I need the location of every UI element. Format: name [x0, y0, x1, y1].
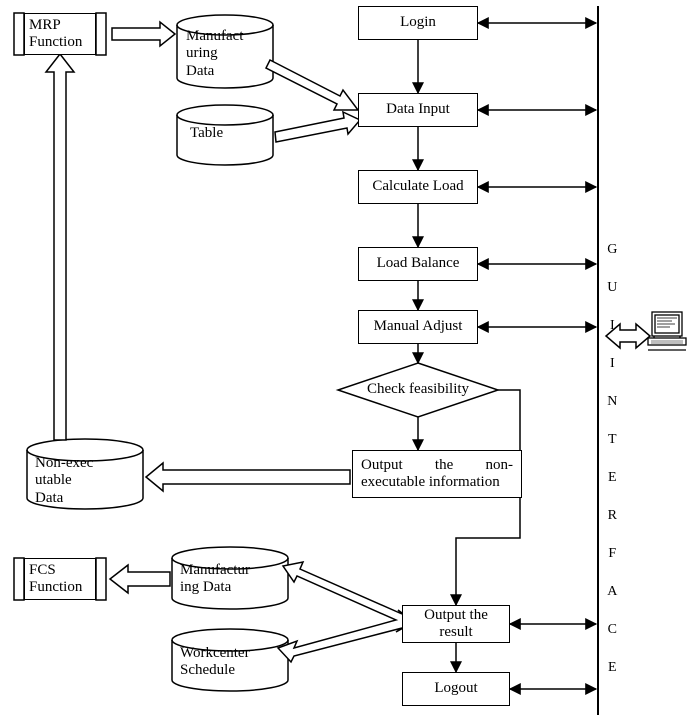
data-input-box: Data Input — [358, 93, 478, 127]
login-box: Login — [358, 6, 478, 40]
output-nonexec-label: Output the non-executable information — [361, 457, 513, 492]
data-input-label: Data Input — [386, 101, 450, 118]
mfg-data-top-label: Manufact uring Data — [186, 28, 264, 80]
gui-bi-arrows — [478, 23, 596, 689]
calculate-load-label: Calculate Load — [372, 178, 463, 195]
block-arrows — [46, 22, 650, 662]
fcs-function-label: FCS Function — [29, 562, 91, 597]
mrp-function-label: MRP Function — [29, 17, 91, 52]
workcenter-label: Workcenter Schedule — [180, 645, 280, 680]
login-label: Login — [400, 14, 436, 31]
load-balance-label: Load Balance — [377, 255, 460, 272]
table-label: Table — [190, 125, 223, 142]
logout-label: Logout — [434, 680, 477, 697]
output-nonexec-box: Output the non-executable information — [352, 450, 522, 498]
nonexec-data-label: Non-exec utable Data — [35, 455, 125, 507]
gui-interface-text: G U I I N T E R F A C E — [603, 242, 620, 679]
fcs-function-box: FCS Function — [24, 558, 96, 600]
computer-icon — [648, 312, 686, 350]
output-result-box: Output the result — [402, 605, 510, 643]
mrp-function-box: MRP Function — [24, 13, 96, 55]
output-result-label: Output the result — [407, 607, 505, 642]
check-feasibility-label: Check feasibility — [348, 381, 488, 398]
flow-arrows — [418, 40, 520, 672]
logout-box: Logout — [402, 672, 510, 706]
gui-interface-label: G U I I N T E R F A C E — [603, 225, 617, 696]
manual-adjust-label: Manual Adjust — [374, 318, 463, 335]
mfg-data-bottom-label: Manufactur ing Data — [180, 562, 280, 597]
calculate-load-box: Calculate Load — [358, 170, 478, 204]
manual-adjust-box: Manual Adjust — [358, 310, 478, 344]
load-balance-box: Load Balance — [358, 247, 478, 281]
